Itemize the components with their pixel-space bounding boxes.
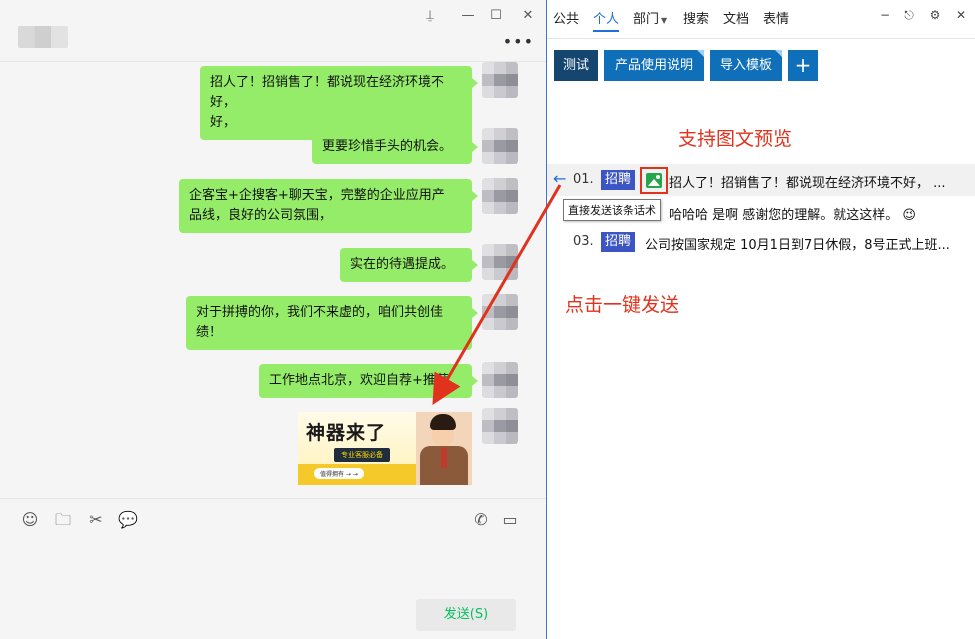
avatar[interactable] xyxy=(482,294,518,330)
chat-window: ⍊ — ☐ ✕ ••• 招人了！招销售了！都说现在经济环境不好， 好， 更要珍惜… xyxy=(0,0,546,639)
row-number: 03. xyxy=(573,234,594,249)
chevron-down-icon: ▼ xyxy=(661,16,668,25)
row-tag: 招聘 xyxy=(601,170,636,190)
hair-shape xyxy=(430,414,456,430)
message-list[interactable]: 招人了！招销售了！都说现在经济环境不好， 好， 更要珍惜手头的机会。 企客宝+企… xyxy=(0,62,546,498)
avatar[interactable] xyxy=(482,408,518,444)
image-message-title: 神器来了 xyxy=(306,422,387,444)
image-icon-mountain xyxy=(648,179,660,186)
input-toolbar xyxy=(0,498,546,542)
tie-shape xyxy=(441,448,447,468)
message-bubble[interactable]: 实在的待遇提成。 xyxy=(340,248,478,282)
tab-department[interactable]: 部门 ▼ xyxy=(633,10,667,31)
arrow-left-icon: ← xyxy=(553,169,567,188)
category-label: 产品使用说明 xyxy=(614,58,693,73)
chat-header: ⍊ — ☐ ✕ ••• xyxy=(0,0,546,62)
folder-icon[interactable]: 🗀 xyxy=(53,510,73,530)
person-illustration xyxy=(416,412,472,485)
row-text: 招人了！招销售了！都说现在经济环境不好， ... xyxy=(669,176,946,191)
annotation-preview: 支持图文预览 xyxy=(678,128,793,150)
emoji-icon[interactable]: ☺ xyxy=(20,510,40,530)
category-product-manual[interactable]: 产品使用说明 xyxy=(604,50,704,81)
video-icon[interactable]: ▭ xyxy=(500,510,520,530)
quick-reply-panel: 公共 个人 部门 ▼ 搜索 文档 表情 − ⎋ ⚙ ✕ 测试 产品使用说明 导入模… xyxy=(546,0,975,639)
gear-icon[interactable]: ⚙ xyxy=(927,8,943,22)
row-text: 公司按国家规定 10月1日到7日休假，8号正式上班... xyxy=(645,238,950,253)
category-corner-mark xyxy=(775,50,782,57)
image-icon xyxy=(646,173,662,188)
tab-search[interactable]: 搜索 xyxy=(683,10,709,30)
send-tooltip: 直接发送该条话术 xyxy=(563,199,661,221)
message-text: 工作地点北京，欢迎自荐+推荐 xyxy=(269,373,449,388)
category-import-template[interactable]: 导入模板 xyxy=(710,50,782,81)
row-number: 01. xyxy=(573,172,594,187)
category-test[interactable]: 测试 xyxy=(554,50,598,81)
scissors-icon[interactable]: ✂ xyxy=(86,510,106,530)
tab-department-label: 部门 xyxy=(633,12,660,27)
message-text: 实在的待遇提成。 xyxy=(350,257,455,272)
avatar[interactable] xyxy=(482,362,518,398)
category-label: 导入模板 xyxy=(719,58,772,73)
image-preview-button[interactable] xyxy=(640,167,668,194)
tab-public[interactable]: 公共 xyxy=(553,10,579,30)
avatar[interactable] xyxy=(482,128,518,164)
image-message-footer: 值得拥有 → → xyxy=(314,468,364,479)
image-message[interactable]: 神器来了 专业客服必备 值得拥有 → → xyxy=(298,412,472,485)
message-bubble[interactable]: 招人了！招销售了！都说现在经济环境不好， 好， xyxy=(200,66,478,140)
message-bubble[interactable]: 企客宝+企搜客+聊天宝，完整的企业应用产 品线，良好的公司氛围， xyxy=(179,179,478,233)
message-text: 招人了！招销售了！都说现在经济环境不好， xyxy=(210,75,445,110)
avatar[interactable] xyxy=(482,178,518,214)
tab-emoji[interactable]: 表情 xyxy=(763,10,789,30)
minimize-button[interactable]: — xyxy=(458,6,478,26)
row-tag: 招聘 xyxy=(601,232,636,252)
image-message-subtitle: 专业客服必备 xyxy=(334,448,390,462)
chat-bubble-icon[interactable]: 💬 xyxy=(118,510,138,530)
message-bubble[interactable]: 对于拼搏的你，我们不来虚的，咱们共创佳 绩！ xyxy=(186,296,478,350)
maximize-button[interactable]: ☐ xyxy=(486,6,506,26)
phone-icon[interactable]: ✆ xyxy=(471,510,491,530)
message-bubble[interactable]: 工作地点北京，欢迎自荐+推荐 xyxy=(259,364,478,398)
contact-name-blurred xyxy=(18,26,68,48)
reply-row[interactable]: 03. 招聘 公司按国家规定 10月1日到7日休假，8号正式上班... xyxy=(547,226,975,258)
message-text: 品线，良好的公司氛围， xyxy=(189,208,333,223)
close-button[interactable]: ✕ xyxy=(518,6,538,26)
pin-icon[interactable]: ⍊ xyxy=(420,6,440,26)
tab-personal[interactable]: 个人 xyxy=(593,10,620,32)
send-button[interactable]: 发送(S) xyxy=(416,599,516,631)
add-category-button[interactable]: + xyxy=(788,50,818,81)
exit-icon[interactable]: ⎋ xyxy=(901,8,917,23)
message-text: 对于拼搏的你，我们不来虚的，咱们共创佳 xyxy=(196,305,444,320)
row-text: 哈哈哈 是啊 感谢您的理解。就这这样。 😉 xyxy=(669,208,916,223)
message-text: 更要珍惜手头的机会。 xyxy=(322,139,453,154)
category-corner-mark xyxy=(697,50,704,57)
tab-docs[interactable]: 文档 xyxy=(723,10,749,30)
tab-divider xyxy=(547,38,975,39)
minimize-icon[interactable]: − xyxy=(877,8,893,22)
avatar[interactable] xyxy=(482,244,518,280)
message-bubble[interactable]: 更要珍惜手头的机会。 xyxy=(312,130,478,164)
avatar[interactable] xyxy=(482,62,518,98)
reply-row[interactable]: ← 01. 招聘 招人了！招销售了！都说现在经济环境不好， ... xyxy=(547,164,975,196)
close-icon[interactable]: ✕ xyxy=(953,8,969,22)
message-text: 企客宝+企搜客+聊天宝，完整的企业应用产 xyxy=(189,188,445,203)
annotation-send: 点击一键发送 xyxy=(565,294,680,316)
more-options-icon[interactable]: ••• xyxy=(503,32,534,51)
message-text: 绩！ xyxy=(196,325,223,340)
category-label: 测试 xyxy=(562,58,589,73)
